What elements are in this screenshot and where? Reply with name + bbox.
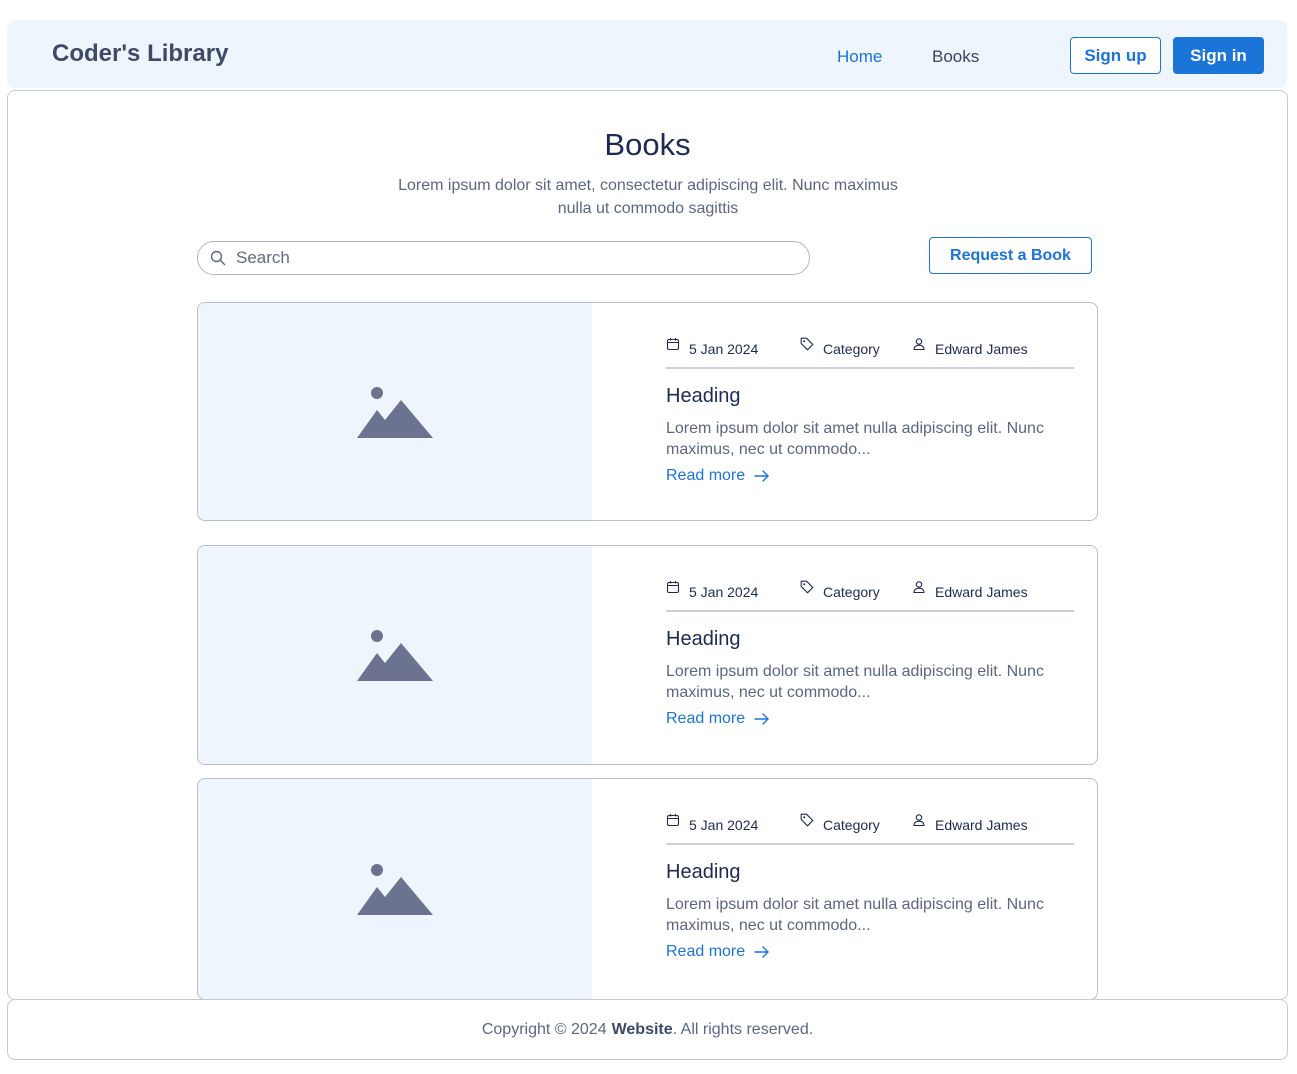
nav-link-home[interactable]: Home bbox=[837, 47, 882, 67]
meta-date-text: 5 Jan 2024 bbox=[689, 817, 759, 833]
read-more-link[interactable]: Read more bbox=[666, 710, 771, 728]
meta-category: Category bbox=[800, 337, 880, 357]
nav-link-books[interactable]: Books bbox=[932, 47, 979, 67]
arrow-right-icon bbox=[754, 470, 769, 482]
user-icon bbox=[913, 338, 925, 351]
calendar-icon bbox=[666, 581, 680, 594]
read-more-link[interactable]: Read more bbox=[666, 467, 771, 485]
card-body: 5 Jan 2024 Category Edward James Heading… bbox=[666, 546, 1074, 764]
card-meta: 5 Jan 2024 Category Edward James bbox=[666, 580, 1074, 612]
brand-logo-text[interactable]: Coder's Library bbox=[52, 40, 228, 68]
calendar-icon bbox=[666, 814, 680, 827]
meta-category: Category bbox=[800, 813, 880, 833]
rights-text: . All rights reserved. bbox=[672, 1020, 814, 1038]
footer-site-link[interactable]: Website bbox=[612, 1021, 673, 1039]
book-cover-placeholder bbox=[198, 303, 592, 520]
meta-author: Edward James bbox=[912, 813, 1028, 833]
meta-category-text[interactable]: Category bbox=[823, 584, 880, 600]
book-card: 5 Jan 2024 Category Edward James Heading… bbox=[197, 302, 1098, 521]
search-input[interactable]: Search bbox=[197, 241, 810, 275]
card-meta: 5 Jan 2024 Category Edward James bbox=[666, 337, 1074, 369]
meta-author: Edward James bbox=[912, 580, 1028, 600]
copyright-text: Copyright © 2024 bbox=[481, 1020, 607, 1038]
card-heading: Heading bbox=[666, 861, 741, 883]
card-description: Lorem ipsum dolor sit amet nulla adipisc… bbox=[666, 420, 1044, 458]
search-placeholder: Search bbox=[236, 248, 290, 267]
meta-date-text: 5 Jan 2024 bbox=[689, 584, 759, 600]
image-placeholder-icon bbox=[357, 630, 433, 681]
meta-date: 5 Jan 2024 bbox=[666, 813, 758, 833]
meta-author: Edward James bbox=[912, 337, 1028, 357]
book-cover-placeholder bbox=[198, 546, 592, 764]
meta-author-text: Edward James bbox=[935, 341, 1028, 357]
book-cover-placeholder bbox=[198, 779, 592, 999]
read-more-label: Read more bbox=[666, 710, 746, 727]
calendar-icon bbox=[666, 338, 680, 351]
card-body: 5 Jan 2024 Category Edward James Heading… bbox=[666, 303, 1074, 520]
meta-date-text: 5 Jan 2024 bbox=[689, 341, 759, 357]
card-heading: Heading bbox=[666, 385, 741, 407]
signin-button[interactable]: Sign in bbox=[1173, 37, 1264, 74]
card-description: Lorem ipsum dolor sit amet nulla adipisc… bbox=[666, 663, 1044, 701]
meta-category: Category bbox=[800, 580, 880, 600]
page-subtitle: Lorem ipsum dolor sit amet, consectetur … bbox=[398, 177, 898, 217]
image-placeholder-icon bbox=[357, 864, 433, 915]
search-icon bbox=[210, 250, 226, 266]
card-meta: 5 Jan 2024 Category Edward James bbox=[666, 813, 1074, 845]
meta-author-text: Edward James bbox=[935, 817, 1028, 833]
meta-date: 5 Jan 2024 bbox=[666, 337, 758, 357]
user-icon bbox=[913, 814, 925, 827]
book-card: 5 Jan 2024 Category Edward James Heading… bbox=[197, 545, 1098, 765]
tag-icon bbox=[800, 337, 814, 351]
page-title: Books bbox=[604, 127, 691, 162]
card-body: 5 Jan 2024 Category Edward James Heading… bbox=[666, 779, 1074, 999]
read-more-label: Read more bbox=[666, 467, 746, 484]
meta-category-text[interactable]: Category bbox=[823, 817, 880, 833]
signup-button[interactable]: Sign up bbox=[1070, 37, 1161, 74]
arrow-right-icon bbox=[754, 946, 769, 958]
book-card: 5 Jan 2024 Category Edward James Heading… bbox=[197, 778, 1098, 999]
read-more-label: Read more bbox=[666, 943, 746, 960]
meta-category-text[interactable]: Category bbox=[823, 341, 880, 357]
card-heading: Heading bbox=[666, 628, 741, 650]
image-placeholder-icon bbox=[357, 386, 433, 438]
tag-icon bbox=[800, 813, 814, 827]
meta-date: 5 Jan 2024 bbox=[666, 580, 758, 600]
top-navbar: Coder's Library Home Books Sign up Sign … bbox=[7, 20, 1287, 88]
main-content: Books Lorem ipsum dolor sit amet, consec… bbox=[7, 90, 1288, 1000]
arrow-right-icon bbox=[754, 713, 769, 725]
tag-icon bbox=[800, 580, 814, 594]
meta-author-text: Edward James bbox=[935, 584, 1028, 600]
page-footer: Copyright © 2024 Website . All rights re… bbox=[7, 999, 1288, 1060]
request-book-button[interactable]: Request a Book bbox=[929, 237, 1092, 274]
read-more-link[interactable]: Read more bbox=[666, 943, 771, 961]
card-description: Lorem ipsum dolor sit amet nulla adipisc… bbox=[666, 896, 1044, 934]
user-icon bbox=[913, 581, 925, 594]
